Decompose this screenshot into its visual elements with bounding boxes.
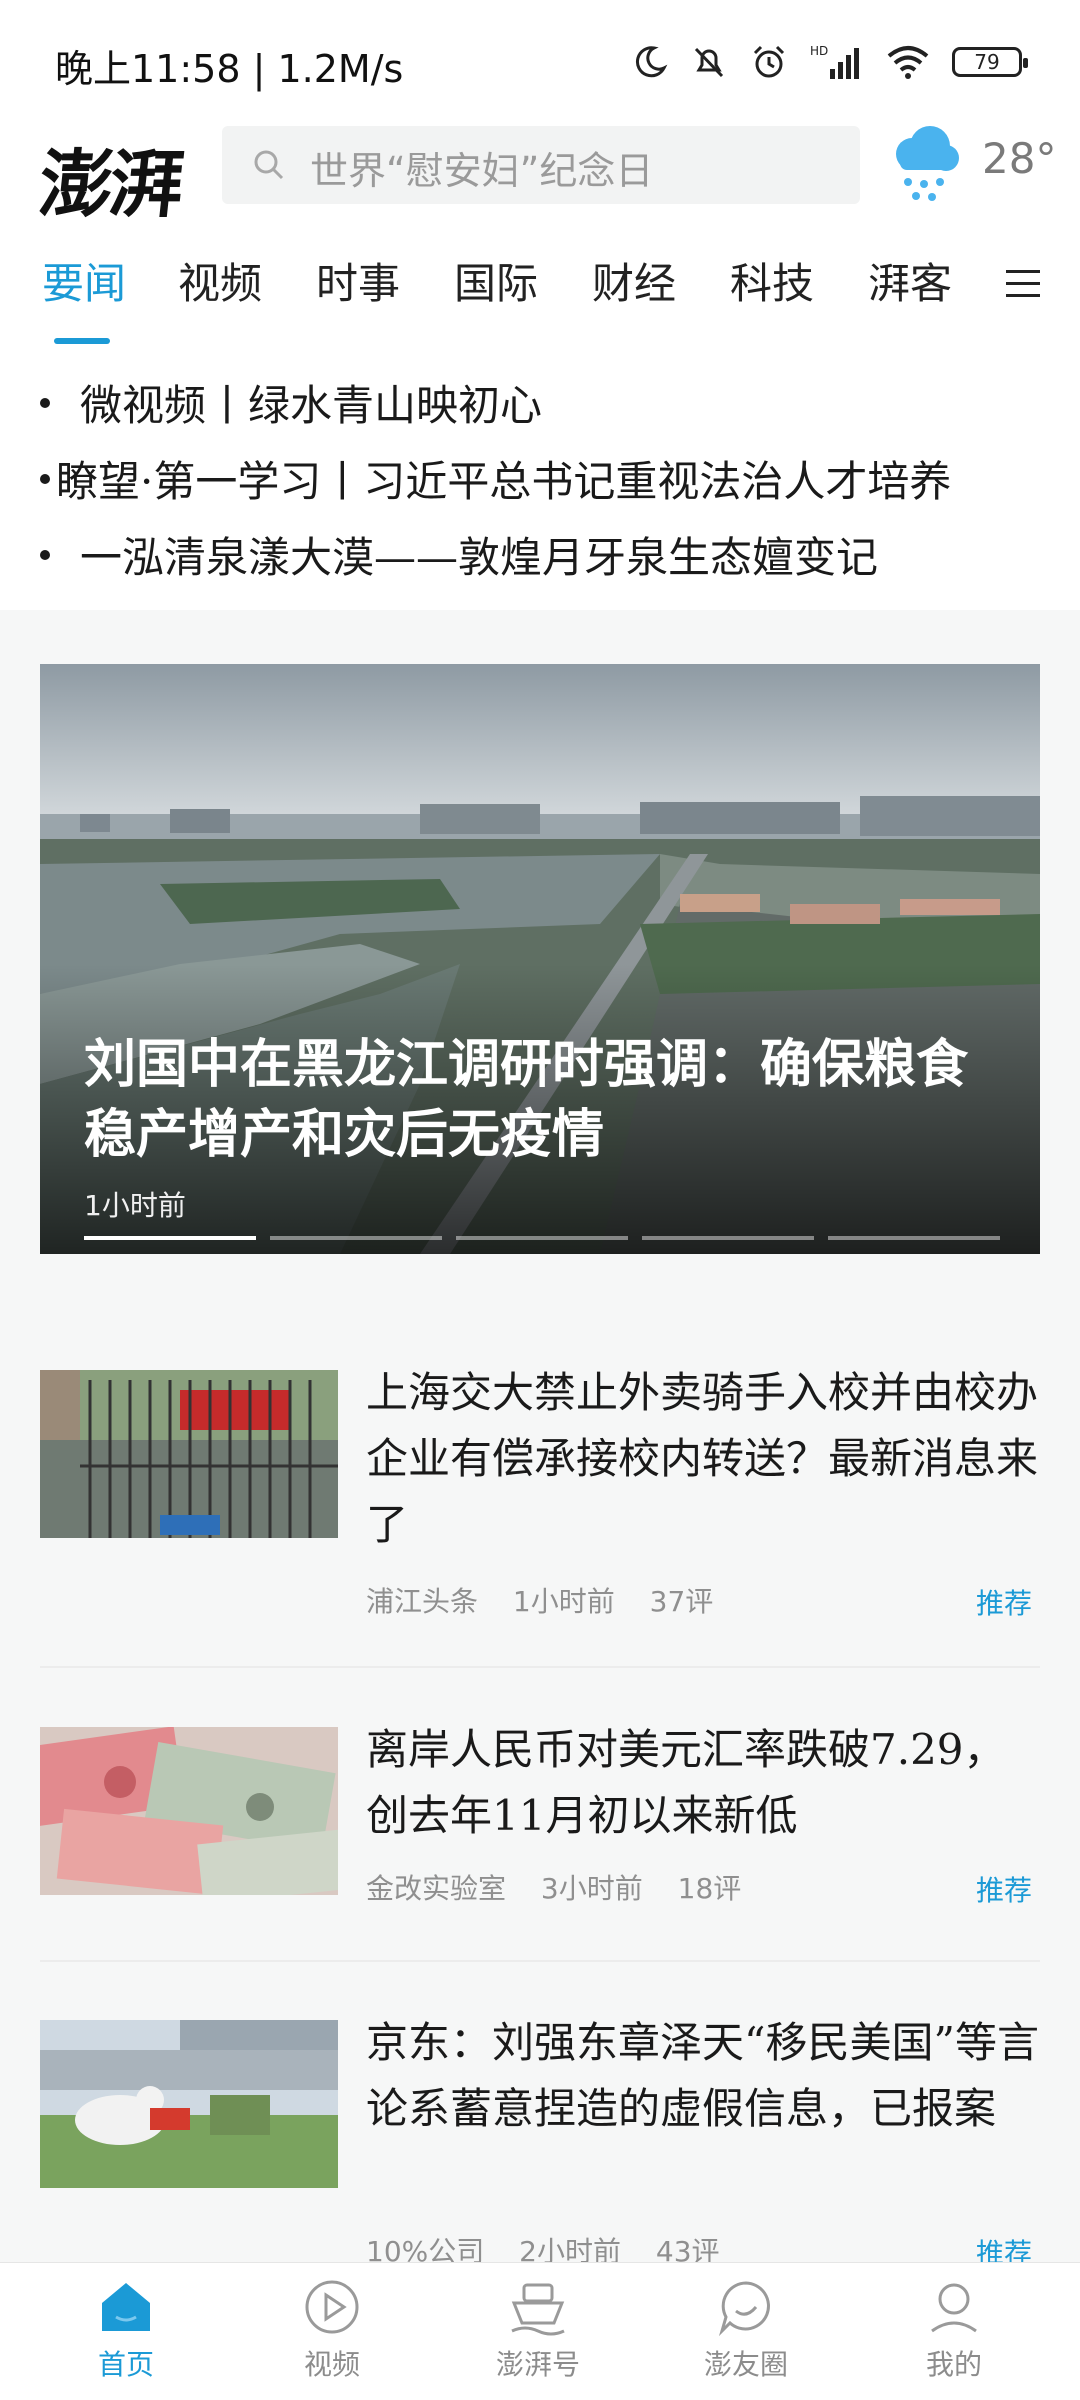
nav-label: 视频 [303,2348,360,2381]
hero-card[interactable]: 刘国中在黑龙江调研时强调：确保粮食稳产增产和灾后无疫情 1小时前 [40,664,1040,1254]
news-title: 上海交大禁止外卖骑手入校并由校办企业有偿承接校内转送？最新消息来了 [366,1368,1039,1549]
news-meta: 金改实验室 3小时前 18评 [366,1867,767,1907]
nav-label: 我的 [925,2348,982,2381]
nav-label: 澎友圈 [703,2348,788,2381]
news-time: 3小时前 [540,1872,643,1905]
nav-video[interactable]: 视频 [262,2277,402,2397]
status-time-speed: 晚上11:58 | 1.2M/s [55,47,404,91]
carousel-dot[interactable] [84,1236,256,1240]
bullet-dot [40,398,50,408]
nav-label: 首页 [97,2348,154,2381]
carousel-indicator [84,1236,1000,1240]
battery-icon: 79 [952,47,1028,77]
tab-shishi[interactable]: 时事 [316,250,400,311]
tab-caijing[interactable]: 财经 [592,250,676,311]
bullet-dot [40,550,50,560]
headline-text: 一泓清泉漾大漠——敦煌月牙泉生态嬗变记 [80,533,879,582]
tab-paike[interactable]: 湃客 [868,250,952,311]
nav-home[interactable]: 首页 [56,2277,196,2397]
nav-label: 澎湃号 [495,2348,580,2381]
home-icon [102,2283,150,2331]
news-comments: 18评 [677,1872,742,1905]
divider [40,1666,1040,1668]
mute-bell-icon [694,47,724,78]
news-title: 京东：刘强东章泽天“移民美国”等言论系蓄意捏造的虚假信息，已报案 [366,2018,1039,2133]
search-icon [254,150,284,180]
news-time: 1小时前 [512,1585,615,1618]
app-logo: 澎湃 [34,142,184,228]
header: 澎湃 世界“慰安妇”纪念日 28° [0,120,1080,228]
news-meta: 浦江头条 1小时前 37评 [366,1580,739,1620]
news-title: 离岸人民币对美元汇率跌破7.29，创去年11月初以来新低 [366,1725,1006,1840]
chat-icon [718,2281,770,2337]
channel-tabs: 要闻 视频 时事 国际 财经 科技 湃客 [0,250,1080,350]
bottom-nav: 首页 视频 澎湃号 澎友圈 我的 [0,2262,1080,2400]
recommend-tag: 推荐 [975,1587,1032,1620]
boat-icon [511,2283,565,2336]
tab-yaowen[interactable]: 要闻 [42,250,126,311]
temperature[interactable]: 28° [982,134,1056,183]
carousel-dot[interactable] [642,1236,814,1240]
nav-pengpaihao[interactable]: 澎湃号 [468,2277,608,2397]
divider [40,1960,1040,1962]
search-bar[interactable]: 世界“慰安妇”纪念日 [222,126,860,204]
carousel-dot[interactable] [456,1236,628,1240]
status-bar: 晚上11:58 | 1.2M/s HD 79 [0,0,1080,120]
news-thumbnail [40,1727,338,1895]
rain-cloud-icon[interactable] [886,120,964,206]
nav-pengyouquan[interactable]: 澎友圈 [676,2277,816,2397]
news-thumbnail [40,1370,338,1538]
svg-text:HD: HD [810,44,828,58]
status-icons: HD 79 [632,40,1028,84]
headline-item[interactable]: 微视频丨绿水青山映初心 [0,372,1080,432]
headline-item[interactable]: 一泓清泉漾大漠——敦煌月牙泉生态嬗变记 [0,524,1080,584]
moon-icon [635,46,668,78]
search-placeholder: 世界“慰安妇”纪念日 [310,149,654,193]
play-icon [305,2280,359,2334]
news-source[interactable]: 浦江头条 [366,1585,478,1618]
headline-text: 微视频丨绿水青山映初心 [80,381,543,430]
hero-title: 刘国中在黑龙江调研时强调：确保粮食稳产增产和灾后无疫情 [84,1034,969,1165]
tab-keji[interactable]: 科技 [730,250,814,311]
news-source[interactable]: 金改实验室 [366,1872,506,1905]
nav-mine[interactable]: 我的 [884,2277,1024,2397]
menu-icon[interactable] [1004,264,1042,304]
headline-text: 瞭望·第一学习丨习近平总书记重视法治人才培养 [56,457,952,506]
carousel-dot[interactable] [828,1236,1000,1240]
news-comments: 37评 [649,1585,714,1618]
alarm-icon [753,45,785,78]
hero-time: 1小时前 [84,1189,186,1222]
tab-indicator [54,338,110,344]
recommend-tag: 推荐 [975,1874,1032,1907]
person-icon [931,2283,977,2333]
wifi-icon [887,46,929,79]
carousel-dot[interactable] [270,1236,442,1240]
news-thumbnail [40,2020,338,2188]
tab-shipin[interactable]: 视频 [178,250,262,311]
signal-icon: HD [810,44,859,79]
tab-guoji[interactable]: 国际 [454,250,538,311]
bullet-dot [40,474,50,484]
headline-item[interactable]: 瞭望·第一学习丨习近平总书记重视法治人才培养 [0,448,1080,508]
